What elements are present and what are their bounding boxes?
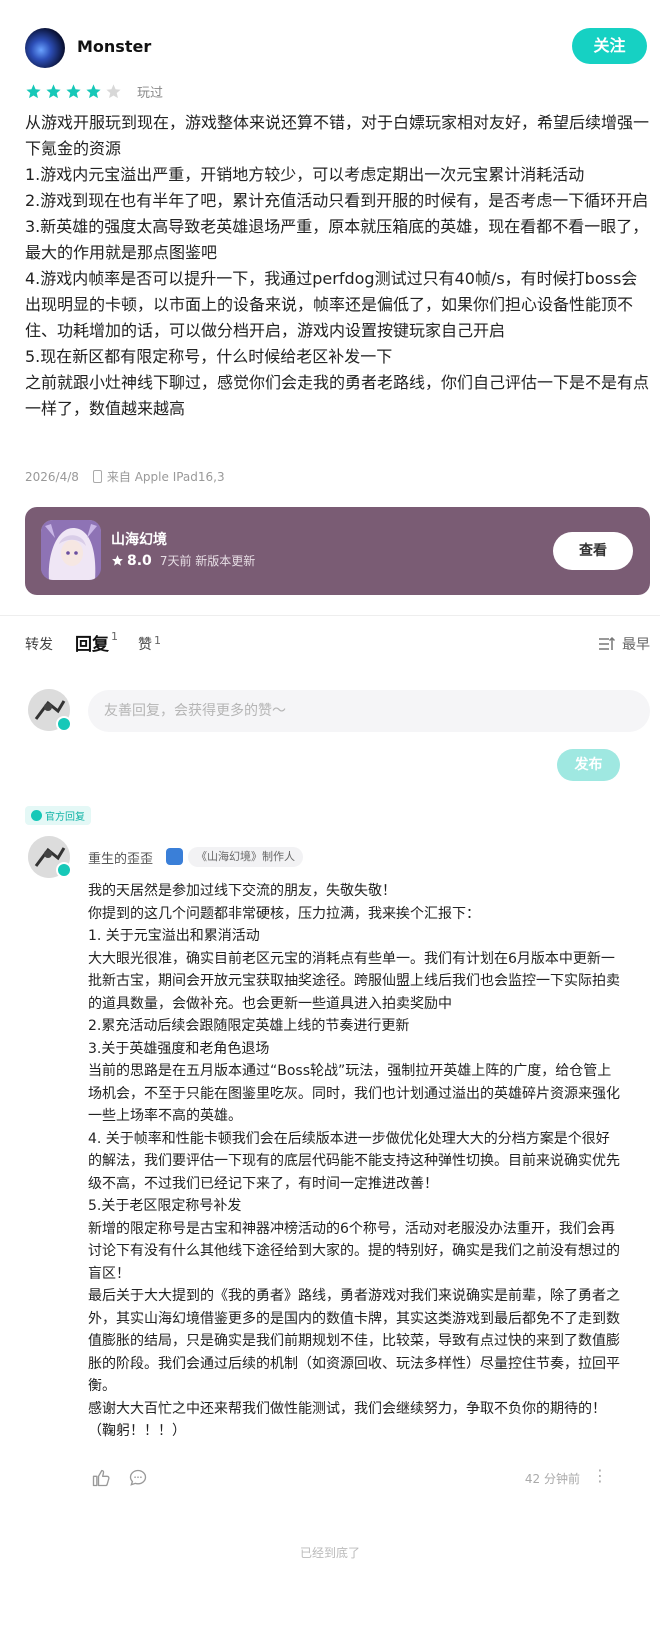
review-paragraph: 5.现在新区都有限定称号，什么时候给老区补发一下 xyxy=(25,347,393,366)
review-device: 来自 Apple IPad16,3 xyxy=(106,470,225,484)
tab-like-label: 赞 xyxy=(138,637,152,653)
star-icon xyxy=(112,555,123,566)
reply-paragraph: 3.关于英雄强度和老角色退场 xyxy=(88,1040,270,1057)
reply-paragraph: 当前的思路是在五月版本通过“Boss轮战”玩法，强制拉开英雄上阵的广度，给仓管上… xyxy=(88,1063,620,1124)
official-reply-tag: 官方回复 xyxy=(25,806,91,825)
reply-paragraph: 4. 关于帧率和性能卡顿我们会在后续版本进一步做优化处理大大的分档方案是个很好的… xyxy=(88,1130,620,1192)
reply-actions: 42 分钟前 ⋮ xyxy=(88,1466,620,1490)
star-icon xyxy=(106,83,121,98)
game-card[interactable]: 山海幻境 8.0 7天前 新版本更新 查看 xyxy=(25,507,650,595)
game-icon xyxy=(41,520,101,580)
reply-paragraph: 新增的限定称号是古宝和神器冲榜活动的6个称号，活动对老服没办法重开，我们会再讨论… xyxy=(88,1220,620,1282)
gamepad-icon xyxy=(166,848,183,865)
reply-paragraph: 我的天居然是参加过线下交流的朋友，失敬失敬！ xyxy=(88,883,396,899)
star-icon xyxy=(26,83,41,98)
developer-name[interactable]: 重生的歪歪 xyxy=(88,848,153,867)
tablet-icon xyxy=(92,470,102,483)
reply-paragraph: 1. 关于元宝溢出和累消活动 xyxy=(88,928,260,944)
played-label: 玩过 xyxy=(137,85,164,101)
thumb-up-icon[interactable] xyxy=(91,1468,111,1488)
review-date: 2026/4/8 xyxy=(25,469,79,484)
official-badge-icon xyxy=(31,810,42,821)
star-rating xyxy=(25,83,125,100)
rating-row: 玩过 xyxy=(25,80,163,102)
tab-repost[interactable]: 转发 xyxy=(25,634,53,654)
star-icon xyxy=(46,83,61,98)
tab-like[interactable]: 赞1 xyxy=(138,634,161,654)
review-paragraph: 2.游戏到现在也有半年了吧，累计充值活动只看到开服的时候有，是否考虑一下循环开启 xyxy=(25,191,649,210)
reply-paragraph: 感谢大大百忙之中还来帮我们做性能测试，我们会继续努力，争取不负你的期待的！（鞠躬… xyxy=(88,1400,606,1440)
tab-like-count: 1 xyxy=(154,634,161,647)
verified-icon xyxy=(56,862,72,878)
star-icon xyxy=(66,83,81,98)
username[interactable]: Monster xyxy=(77,37,151,56)
tab-reply-label: 回复 xyxy=(75,635,109,655)
official-reply-label: 官方回复 xyxy=(45,812,85,823)
follow-button[interactable]: 关注 xyxy=(572,28,647,64)
comment-icon[interactable] xyxy=(128,1468,148,1488)
avatar[interactable] xyxy=(25,28,65,68)
view-button[interactable]: 查看 xyxy=(553,532,633,570)
reply-paragraph: 最后关于大大提到的《我的勇者》路线，勇者游戏对我们来说确实是前辈，除了勇者之外，… xyxy=(88,1288,620,1394)
game-name: 山海幻境 xyxy=(111,532,167,548)
end-of-list-note: 已经到底了 xyxy=(299,1546,360,1560)
reply-paragraph: 5.关于老区限定称号补发 xyxy=(88,1198,242,1214)
tab-reply-count: 1 xyxy=(111,630,118,643)
tab-reply[interactable]: 回复 1 xyxy=(75,630,118,655)
official-reply-text: 我的天居然是参加过线下交流的朋友，失敬失敬！ 你提到的这几个问题都非常硬核，压力… xyxy=(88,880,620,1443)
publish-button[interactable]: 发布 xyxy=(557,749,620,781)
review-header: Monster 关注 xyxy=(25,26,650,72)
verified-icon xyxy=(56,716,72,732)
review-meta: 2026/4/8 来自 Apple IPad16,3 xyxy=(25,468,225,485)
reply-paragraph: 大大眼光很准，确实目前老区元宝的消耗点有些单一。我们有计划在6月版本中更新一批新… xyxy=(88,950,620,1012)
sort-icon xyxy=(599,636,616,650)
star-icon xyxy=(86,83,101,98)
reply-paragraph: 2.累充活动后续会跟随限定英雄上线的节奏进行更新 xyxy=(88,1018,410,1034)
game-score: 8.0 xyxy=(127,552,152,569)
reply-paragraph: 你提到的这几个问题都非常硬核，压力拉满，我来挨个汇报下： xyxy=(88,905,480,922)
game-score-row: 8.0 7天前 新版本更新 xyxy=(111,552,255,569)
divider xyxy=(0,615,660,616)
developer-role: 《山海幻境》制作人 xyxy=(188,847,303,867)
sort-button[interactable]: 最早 xyxy=(598,634,650,654)
sort-label: 最早 xyxy=(622,637,650,653)
reply-input[interactable]: 友善回复，会获得更多的赞～ xyxy=(88,690,650,732)
review-paragraph: 从游戏开服玩到现在，游戏整体来说还算不错，对于白嫖玩家相对友好，希望后续增强一下… xyxy=(25,113,650,158)
reply-time: 42 分钟前 xyxy=(524,1472,580,1486)
game-update: 7天前 新版本更新 xyxy=(159,554,256,568)
review-paragraph: 4.游戏内帧率是否可以提升一下，我通过perfdog测试过只有40帧/s，有时候… xyxy=(25,269,638,340)
review-paragraph: 3.新英雄的强度太高导致老英雄退场严重，原本就压箱底的英雄，现在看都不看一眼了，… xyxy=(25,217,649,262)
tabs: 转发 回复 1 赞1 最早 xyxy=(25,630,650,660)
more-vertical-icon[interactable]: ⋮ xyxy=(592,1466,608,1485)
review-paragraph: 1.游戏内元宝溢出严重，开销地方较少，可以考虑定期出一次元宝累计消耗活动 xyxy=(25,165,585,184)
review-text: 从游戏开服玩到现在，游戏整体来说还算不错，对于白嫖玩家相对友好，希望后续增强一下… xyxy=(25,110,650,422)
review-paragraph: 之前就跟小灶神线下聊过，感觉你们会走我的勇者老路线，你们自己评估一下是不是有点一… xyxy=(25,373,650,418)
